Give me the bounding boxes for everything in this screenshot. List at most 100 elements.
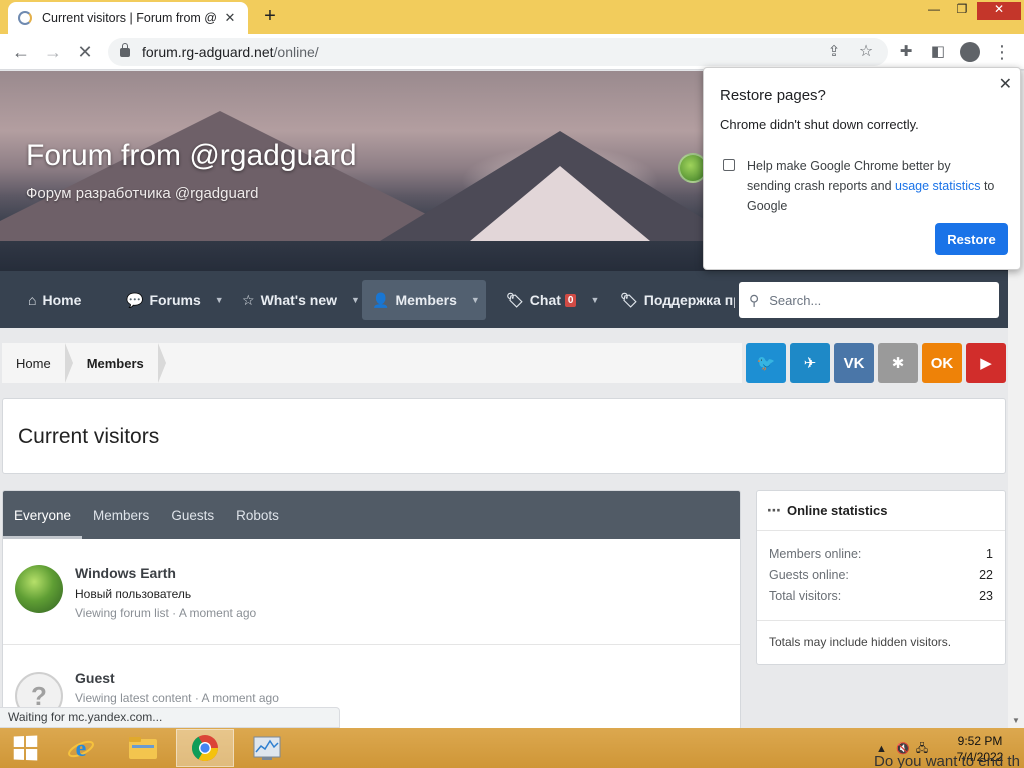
vk-button[interactable]: VK <box>834 343 874 383</box>
nav-support[interactable]: 🏷 Поддержка пр <box>610 280 735 320</box>
svg-text:e: e <box>76 736 87 762</box>
youtube-icon: ▶ <box>980 355 992 372</box>
profile-avatar-icon[interactable] <box>960 42 980 62</box>
scroll-down-arrow-icon[interactable]: ▼ <box>1012 716 1020 725</box>
chat-bubbles-icon: 💬 <box>126 291 144 308</box>
widget-title: Online statistics <box>787 503 888 518</box>
close-icon[interactable]: ✕ <box>999 74 1012 94</box>
dialog-title: Restore pages? <box>720 87 826 104</box>
visitors-panel: Everyone Members Guests Robots Windows E… <box>2 490 741 728</box>
tab-members[interactable]: Members <box>82 491 160 539</box>
url-host: forum.rg-adguard.net <box>142 44 274 60</box>
stats-footnote: Totals may include hidden visitors. <box>757 620 1005 664</box>
home-icon: ⌂ <box>28 292 37 308</box>
breadcrumb-home[interactable]: Home <box>2 343 73 383</box>
clock-time: 9:52 PM <box>957 734 1003 748</box>
new-tab-button[interactable]: + <box>258 6 282 28</box>
url-path: /online/ <box>273 44 319 60</box>
more-dots-icon: ⋯ <box>767 502 781 518</box>
restore-button[interactable]: Restore <box>935 223 1008 255</box>
chevron-down-icon[interactable]: ▼ <box>351 295 360 305</box>
nav-forums[interactable]: 💬 Forums ▼ <box>116 280 234 320</box>
asterisk-icon: ✱ <box>891 355 905 372</box>
chrome-taskbar-icon[interactable] <box>176 729 234 767</box>
nav-home[interactable]: ⌂ Home <box>18 280 91 320</box>
side-panel-icon[interactable]: ◧ <box>927 41 949 63</box>
nav-whats-new[interactable]: ☆ What's new ▼ <box>232 280 370 320</box>
search-icon: ⚲ <box>749 291 760 308</box>
crash-report-checkbox[interactable] <box>723 159 735 171</box>
internet-explorer-taskbar-icon[interactable]: e <box>52 729 110 767</box>
page-title-block: Current visitors <box>2 398 1006 474</box>
lock-icon <box>120 42 130 57</box>
star-icon: ☆ <box>242 291 255 308</box>
stat-label: Members online: <box>769 547 862 561</box>
browser-toolbar: ← → ✕ forum.rg-adguard.net/online/ ⇪ ☆ ✚… <box>0 34 1024 70</box>
tab-robots[interactable]: Robots <box>225 491 290 539</box>
vk-icon: VK <box>843 354 865 372</box>
loading-status-bubble: Waiting for mc.yandex.com... <box>0 707 340 728</box>
tab-guests[interactable]: Guests <box>160 491 225 539</box>
tab-everyone[interactable]: Everyone <box>3 491 83 539</box>
dialog-message: Chrome didn't shut down correctly. <box>720 117 919 132</box>
bookmark-star-icon[interactable]: ☆ <box>855 41 877 63</box>
close-window-button[interactable]: ✕ <box>977 2 1021 20</box>
chevron-down-icon[interactable]: ▼ <box>471 295 480 305</box>
member-activity: Viewing latest content · A moment ago <box>75 691 279 705</box>
stat-label: Total visitors: <box>769 589 842 603</box>
share-icon[interactable]: ⇪ <box>823 41 845 63</box>
address-bar[interactable]: forum.rg-adguard.net/online/ <box>108 38 888 66</box>
site-favicon-icon <box>18 11 32 25</box>
stat-row: Members online: 1 <box>769 547 993 561</box>
odnoklassniki-button[interactable]: OK <box>922 343 962 383</box>
notification-peek-text: Do you want to end th <box>874 753 1020 768</box>
restore-window-button[interactable]: ❐ <box>946 2 978 20</box>
chevron-down-icon[interactable]: ▼ <box>590 295 599 305</box>
page-title: Current visitors <box>18 425 160 448</box>
telegram-button[interactable]: ✈ <box>790 343 830 383</box>
odnoklassniki-icon: OK <box>930 354 954 372</box>
stat-label: Guests online: <box>769 568 849 582</box>
breadcrumb: Home Members <box>2 343 742 383</box>
twitter-icon: 🐦 <box>756 355 776 372</box>
windows-taskbar: e ▲ 🔇 🖧 9:52 PM 7/4/2022 <box>0 728 1024 768</box>
start-button[interactable] <box>0 729 50 767</box>
stop-loading-icon[interactable]: ✕ <box>74 41 96 63</box>
member-name[interactable]: Windows Earth <box>75 565 176 581</box>
resource-monitor-taskbar-icon[interactable] <box>238 729 296 767</box>
filter-tabs: Everyone Members Guests Robots <box>3 491 740 539</box>
snow-peak-shape <box>470 166 650 241</box>
nav-chat[interactable]: 🏷 Chat 0 ▼ <box>496 280 609 320</box>
breadcrumb-members[interactable]: Members <box>73 343 166 383</box>
extensions-puzzle-icon[interactable]: ✚ <box>895 41 917 63</box>
forward-arrow-icon[interactable]: → <box>42 41 64 63</box>
member-role: Новый пользователь <box>75 587 192 601</box>
restore-pages-dialog: ✕ Restore pages? Chrome didn't shut down… <box>703 67 1021 270</box>
youtube-button[interactable]: ▶ <box>966 343 1006 383</box>
search-input[interactable]: ⚲ Search... <box>739 282 999 318</box>
online-statistics-widget: ⋯ Online statistics Members online: 1 Gu… <box>756 490 1006 665</box>
stat-value: 1 <box>986 547 993 561</box>
browser-tab[interactable]: Current visitors | Forum from @rgadguard… <box>8 2 248 34</box>
member-name: Guest <box>75 670 115 686</box>
chrome-menu-icon[interactable]: ⋮ <box>991 41 1013 63</box>
main-navigation: ⌂ Home 💬 Forums ▼ ☆ What's new ▼ 👤 Members ▼ 🏷 C… <box>0 271 1008 328</box>
stat-row: Total visitors: 23 <box>769 589 993 603</box>
asterisk-button[interactable]: ✱ <box>878 343 918 383</box>
usage-statistics-link[interactable]: usage statistics <box>895 179 980 193</box>
forum-subtitle: Форум разработчика @rgadguard <box>26 185 259 202</box>
tag-icon: 🏷 <box>620 291 638 308</box>
stat-value: 23 <box>979 589 993 603</box>
chevron-down-icon[interactable]: ▼ <box>215 295 224 305</box>
tag-icon: 🏷 <box>506 291 524 308</box>
file-explorer-taskbar-icon[interactable] <box>114 729 172 767</box>
nav-members[interactable]: 👤 Members ▼ <box>362 280 486 320</box>
telegram-icon: ✈ <box>803 355 817 372</box>
search-placeholder: Search... <box>769 292 822 308</box>
forum-title[interactable]: Forum from @rgadguard <box>26 139 357 173</box>
checkbox-label: Help make Google Chrome better by sendin… <box>747 159 995 213</box>
member-avatar[interactable] <box>15 565 63 613</box>
twitter-button[interactable]: 🐦 <box>746 343 786 383</box>
back-arrow-icon[interactable]: ← <box>10 41 32 63</box>
tab-close-icon[interactable]: ✕ <box>222 10 238 26</box>
